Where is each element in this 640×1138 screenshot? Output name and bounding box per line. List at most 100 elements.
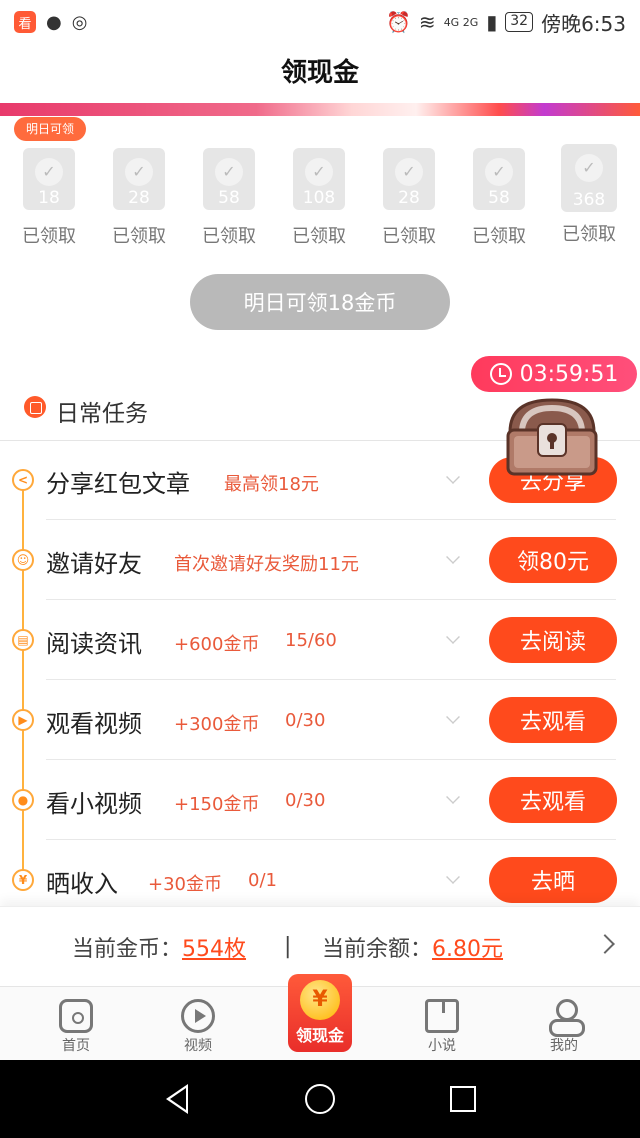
page-title: 领现金: [280, 58, 359, 88]
task-action-button[interactable]: 去晒: [489, 857, 617, 903]
nav-novel[interactable]: 小说: [392, 987, 492, 1061]
check-icon: ✓: [35, 158, 63, 186]
task-reward: +30金币: [148, 874, 222, 895]
play-icon: ▶: [12, 709, 34, 731]
task-progress: 15/60: [285, 630, 337, 651]
check-icon: ✓: [125, 158, 153, 186]
message-icon: ●: [46, 11, 62, 33]
task-action-button[interactable]: 去观看: [489, 697, 617, 743]
check-icon: ✓: [395, 158, 423, 186]
day-coins: 28: [398, 188, 420, 208]
book-icon: [425, 999, 459, 1033]
task-row-invite: ☺ 邀请好友 首次邀请好友奖励11元 领80元: [0, 520, 640, 600]
wechat-icon: ◎: [71, 11, 88, 33]
coin-balance-value[interactable]: 554枚: [182, 937, 246, 962]
profile-icon: [547, 999, 585, 1037]
task-action-button[interactable]: 领80元: [489, 537, 617, 583]
chevron-right-icon[interactable]: [595, 934, 615, 954]
cash-balance-value[interactable]: 6.80元: [432, 937, 503, 962]
daily-tasks-icon: [24, 396, 46, 418]
balance-divider: |: [284, 934, 292, 959]
nav-novel-label: 小说: [428, 1038, 456, 1054]
nav-home[interactable]: 首页: [26, 987, 126, 1061]
chevron-down-icon[interactable]: [446, 630, 460, 644]
battery-indicator: 32: [505, 12, 534, 32]
chevron-down-icon[interactable]: [446, 470, 460, 484]
app-notification-icon: 看: [14, 11, 36, 33]
check-icon: ✓: [485, 158, 513, 186]
tomorrow-coins-button[interactable]: 明日可领18金币: [190, 274, 450, 330]
day-coins: 18: [38, 188, 60, 208]
coin-balance-label: 当前金币：: [72, 936, 183, 962]
check-icon: ✓: [305, 158, 333, 186]
record-icon: ●: [12, 789, 34, 811]
nav-home-label: 首页: [62, 1038, 90, 1054]
system-nav-bar: [0, 1060, 640, 1138]
read-icon: ▤: [12, 629, 34, 651]
day-status: 已领取: [382, 226, 436, 247]
task-progress: 0/30: [285, 790, 326, 811]
home-icon: [59, 999, 93, 1033]
task-name: 看小视频: [46, 790, 142, 818]
wifi-icon: ≋: [418, 10, 436, 34]
task-reward: 首次邀请好友奖励11元: [174, 554, 359, 575]
checkin-day-1: ✓ 18 已领取: [16, 148, 82, 248]
task-progress: 0/30: [285, 710, 326, 731]
nav-earn-cash-label: 领现金: [295, 1026, 344, 1045]
alarm-icon: ⏰: [386, 10, 411, 34]
task-action-button[interactable]: 去阅读: [489, 617, 617, 663]
task-action-button[interactable]: 去观看: [489, 777, 617, 823]
chevron-down-icon[interactable]: [446, 870, 460, 884]
checkin-day-6: ✓ 58 已领取: [466, 148, 532, 248]
task-name: 阅读资讯: [46, 630, 142, 658]
invite-icon: ☺: [12, 549, 34, 571]
day-status: 已领取: [292, 226, 346, 247]
treasure-chest-icon[interactable]: [500, 394, 604, 478]
check-icon: ✓: [575, 154, 603, 182]
video-play-icon: [181, 999, 215, 1033]
task-reward: +300金币: [174, 714, 260, 735]
task-name: 晒收入: [46, 870, 118, 898]
nav-me[interactable]: 我的: [514, 987, 614, 1061]
home-circle-icon[interactable]: [305, 1084, 335, 1114]
nav-me-label: 我的: [550, 1038, 578, 1054]
task-row-short-video: ● 看小视频 +150金币 0/30 去观看: [0, 760, 640, 840]
share-icon: <: [12, 469, 34, 491]
day-status: 已领取: [562, 224, 616, 245]
timer-value: 03:59:51: [519, 361, 619, 387]
cash-balance: 当前余额：6.80元: [322, 931, 503, 963]
day-status: 已领取: [472, 226, 526, 247]
signal-icon: ▮: [486, 10, 498, 34]
checkin-day-2: ✓ 28 已领取: [106, 148, 172, 248]
checkin-day-7: ✓ 368 已领取: [556, 144, 622, 246]
task-progress: 0/1: [248, 870, 277, 891]
nav-earn-cash[interactable]: ¥ 领现金: [288, 974, 352, 1052]
back-icon[interactable]: [166, 1084, 188, 1114]
chevron-down-icon[interactable]: [446, 710, 460, 724]
status-bar: 看 ● ◎ ⏰ ≋ 4G 2G ▮ 32 傍晚6:53: [0, 0, 640, 44]
task-reward: +150金币: [174, 794, 260, 815]
task-row-read: ▤ 阅读资讯 +600金币 15/60 去阅读: [0, 600, 640, 680]
network-indicator: 4G 2G: [443, 15, 479, 29]
day-coins: 58: [218, 188, 240, 208]
yen-icon: ¥: [12, 869, 34, 891]
day-status: 已领取: [112, 226, 166, 247]
section-title: 日常任务: [56, 401, 148, 427]
coin-icon: ¥: [300, 980, 340, 1020]
tomorrow-tag: 明日可领: [14, 117, 87, 141]
recent-apps-icon[interactable]: [450, 1086, 476, 1112]
nav-video[interactable]: 视频: [148, 987, 248, 1061]
nav-video-label: 视频: [184, 1038, 212, 1054]
task-name: 观看视频: [46, 710, 142, 738]
clock-time: 傍晚6:53: [541, 11, 626, 36]
task-reward: +600金币: [174, 634, 260, 655]
task-name: 分享红包文章: [46, 470, 190, 498]
day-status: 已领取: [22, 226, 76, 247]
chevron-down-icon[interactable]: [446, 790, 460, 804]
task-reward: 最高领18元: [224, 474, 319, 495]
checkin-day-4: ✓ 108 已领取: [286, 148, 352, 248]
chevron-down-icon[interactable]: [446, 550, 460, 564]
day-coins: 108: [302, 188, 336, 208]
day-coins: 58: [488, 188, 510, 208]
banner-strip[interactable]: [0, 103, 640, 116]
